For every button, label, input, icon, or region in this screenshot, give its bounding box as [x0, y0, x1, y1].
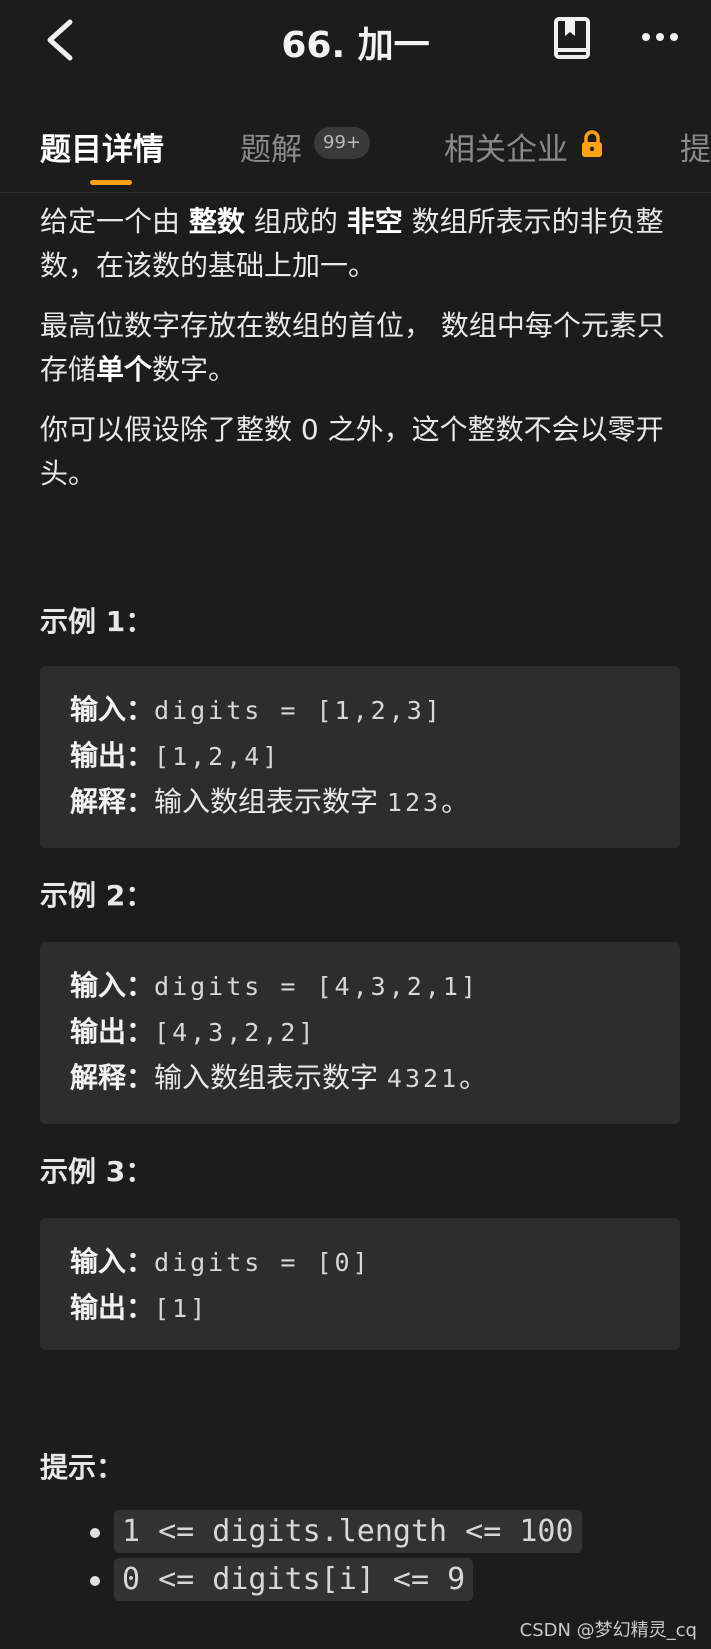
tab-related-companies[interactable]: 相关企业 — [444, 124, 568, 169]
lock-icon — [582, 130, 602, 157]
example-1-title: 示例 1： — [40, 605, 154, 638]
solutions-count-badge: 99+ — [314, 127, 370, 159]
more-options-icon[interactable] — [640, 26, 680, 48]
hints-title: 提示： — [40, 1451, 125, 1484]
description-paragraph-2: 最高位数字存放在数组的首位， 数组中每个元素只存储单个数字。 — [40, 309, 665, 386]
example-1-explanation: 解释：输入数组表示数字 123。 — [70, 785, 470, 818]
example-1-input: 输入：digits = [1,2,3] — [70, 693, 443, 726]
example-1-box: 输入：digits = [1,2,3] 输出：[1,2,4] 解释：输入数组表示… — [40, 666, 680, 848]
example-3-box: 输入：digits = [0] 输出：[1] — [40, 1218, 680, 1350]
example-2-output: 输出：[4,3,2,2] — [70, 1015, 317, 1048]
active-tab-indicator — [90, 180, 132, 185]
example-2-title: 示例 2： — [40, 879, 154, 912]
example-2-explanation: 解释：输入数组表示数字 4321。 — [70, 1061, 488, 1094]
bullet-icon — [90, 1528, 100, 1538]
problem-description: 给定一个由 整数 组成的 非空 数组所表示的非负整数，在该数的基础上加一。 最高… — [40, 200, 680, 512]
tab-bar: 题目详情 题解 99+ 相关企业 提 — [0, 112, 711, 193]
description-paragraph-1: 给定一个由 整数 组成的 非空 数组所表示的非负整数，在该数的基础上加一。 — [40, 205, 664, 282]
page-title: 66. 加一 — [281, 25, 430, 66]
example-3-input: 输入：digits = [0] — [70, 1245, 371, 1278]
watermark: CSDN @梦幻精灵_cq — [519, 1620, 697, 1641]
example-3-output: 输出：[1] — [70, 1291, 209, 1324]
example-3-title: 示例 3： — [40, 1155, 154, 1188]
top-bar: 66. 加一 — [0, 0, 711, 80]
description-paragraph-3: 你可以假设除了整数 0 之外，这个整数不会以零开头。 — [40, 413, 664, 490]
hint-item: 1 <= digits.length <= 100 — [90, 1510, 582, 1553]
example-1-output: 输出：[1,2,4] — [70, 739, 281, 772]
tab-problem-details[interactable]: 题目详情 — [40, 124, 164, 169]
hint-item: 0 <= digits[i] <= 9 — [90, 1558, 474, 1601]
bullet-icon — [90, 1576, 100, 1586]
example-2-box: 输入：digits = [4,3,2,1] 输出：[4,3,2,2] 解释：输入… — [40, 942, 680, 1124]
tab-hints[interactable]: 提 — [680, 124, 711, 169]
book-icon[interactable] — [552, 16, 592, 60]
example-2-input: 输入：digits = [4,3,2,1] — [70, 969, 479, 1002]
tab-solutions[interactable]: 题解 — [240, 124, 302, 169]
